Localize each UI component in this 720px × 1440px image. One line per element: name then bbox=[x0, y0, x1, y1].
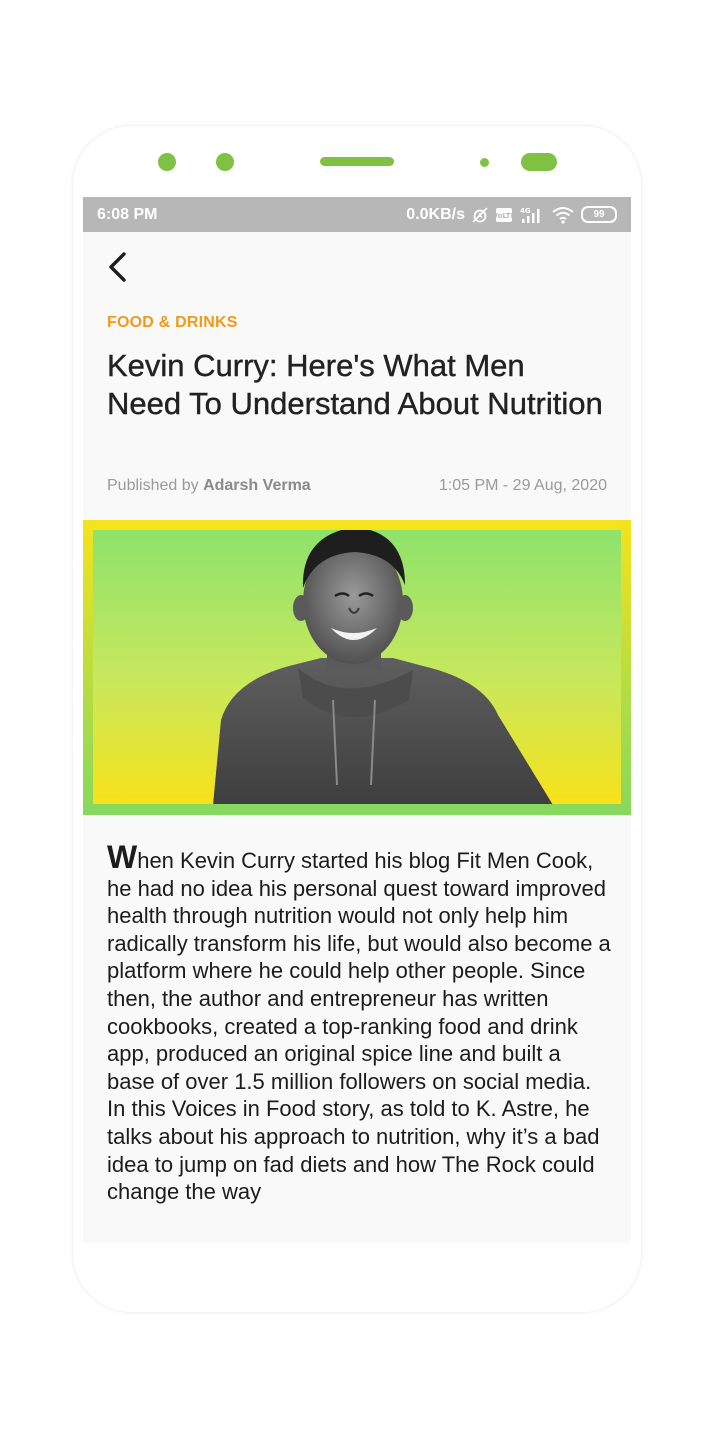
signal-4g-icon: 4G bbox=[519, 206, 545, 224]
hero-frame-left bbox=[83, 520, 93, 815]
hero-frame-right bbox=[621, 520, 631, 815]
article-meta: Published by Adarsh Verma 1:05 PM - 29 A… bbox=[107, 477, 607, 495]
wifi-icon bbox=[551, 206, 575, 224]
article-category[interactable]: FOOD & DRINKS bbox=[107, 314, 238, 332]
battery-icon: 99 bbox=[581, 206, 617, 223]
hero-image-background bbox=[93, 530, 621, 805]
status-bar: 6:08 PM 0.0KB/s VoLTE 4G 99 bbox=[83, 197, 631, 232]
publish-datetime: 1:05 PM - 29 Aug, 2020 bbox=[438, 477, 607, 494]
author-name[interactable]: Adarsh Verma bbox=[203, 477, 311, 494]
svg-text:4G: 4G bbox=[520, 207, 531, 215]
article-title: Kevin Curry: Here's What Men Need To Und… bbox=[107, 348, 603, 421]
status-icons: 0.0KB/s VoLTE 4G 99 bbox=[406, 206, 617, 224]
volte-icon: VoLTE bbox=[495, 207, 513, 223]
phone-sensor-pill bbox=[521, 153, 557, 171]
svg-text:VoLTE: VoLTE bbox=[495, 212, 513, 220]
alarm-off-icon bbox=[471, 206, 489, 224]
app-screen: 6:08 PM 0.0KB/s VoLTE 4G 99 bbox=[83, 197, 631, 1243]
published-by: Published by Adarsh Verma bbox=[107, 477, 311, 495]
portrait-illustration bbox=[213, 530, 553, 805]
hero-image bbox=[83, 520, 631, 815]
front-camera-dot bbox=[158, 153, 176, 171]
published-prefix: Published by bbox=[107, 477, 199, 494]
proximity-dot bbox=[480, 158, 489, 167]
front-sensor-dot bbox=[216, 153, 234, 171]
article-body-text: hen Kevin Curry started his blog Fit Men… bbox=[107, 848, 611, 1205]
earpiece-speaker bbox=[320, 157, 394, 166]
back-button[interactable] bbox=[105, 249, 135, 285]
drop-cap: W bbox=[107, 839, 138, 875]
net-speed: 0.0KB/s bbox=[406, 205, 465, 223]
hero-frame-bottom bbox=[83, 804, 631, 815]
article-body: When Kevin Curry started his blog Fit Me… bbox=[107, 841, 612, 1206]
page: 6:08 PM 0.0KB/s VoLTE 4G 99 bbox=[0, 0, 720, 1440]
chevron-left-icon bbox=[109, 252, 126, 282]
status-time: 6:08 PM bbox=[97, 205, 158, 223]
